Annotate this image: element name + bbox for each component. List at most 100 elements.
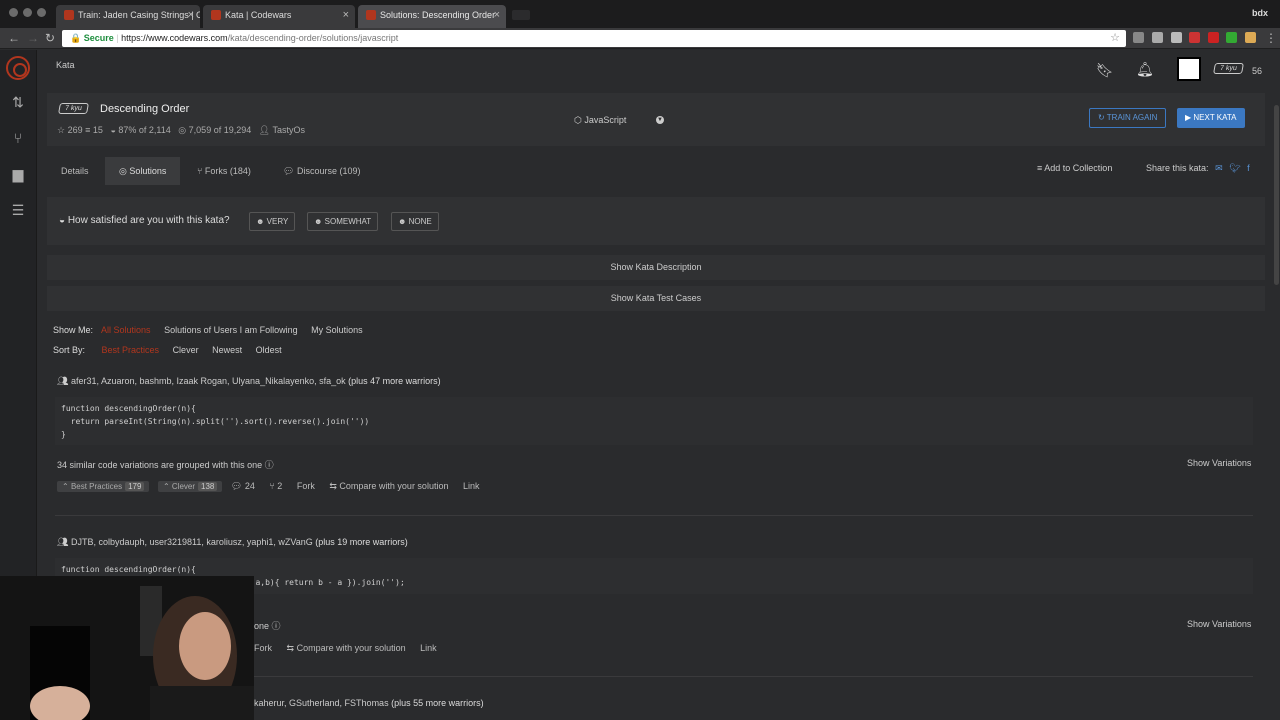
extension-icon[interactable] bbox=[1245, 32, 1256, 43]
show-variations-button[interactable]: Show Variations bbox=[1187, 619, 1251, 629]
compare-button[interactable]: ⇆ Compare with your solution bbox=[329, 481, 448, 491]
frown-icon: ☻ bbox=[398, 217, 407, 226]
warrior-names[interactable]: kaherur, GSutherland, FSThomas bbox=[254, 698, 389, 708]
add-collection-label: Add to Collection bbox=[1044, 163, 1113, 173]
avatar[interactable] bbox=[1177, 57, 1201, 81]
vote-somewhat-button[interactable]: ☻ SOMEWHAT bbox=[307, 212, 379, 231]
extension-icon[interactable] bbox=[1171, 32, 1182, 43]
language-select[interactable]: ⬡ JavaScript ▼ bbox=[564, 110, 668, 130]
tab-details[interactable]: Details bbox=[47, 157, 103, 185]
extension-icon[interactable] bbox=[1226, 32, 1237, 43]
close-tab-icon[interactable]: × bbox=[188, 5, 194, 25]
vote-somewhat-label: SOMEWHAT bbox=[324, 217, 372, 226]
extension-icon[interactable] bbox=[1189, 32, 1200, 43]
info-icon[interactable]: ⓘ bbox=[265, 460, 274, 470]
sort-clever[interactable]: Clever bbox=[173, 345, 199, 355]
filter-following[interactable]: Solutions of Users I am Following bbox=[164, 325, 298, 335]
facebook-icon[interactable]: f bbox=[1247, 163, 1250, 173]
bookmark-icon[interactable]: 🔖︎ bbox=[1096, 62, 1114, 79]
filter-all-solutions[interactable]: All Solutions bbox=[101, 325, 151, 335]
browser-tab-3[interactable]: Solutions: Descending Order × bbox=[358, 5, 506, 28]
notification-bell-icon[interactable]: 🔔︎ bbox=[1136, 61, 1154, 78]
next-kata-button[interactable]: ▶ NEXT KATA bbox=[1177, 108, 1245, 128]
sort-best-practices[interactable]: Best Practices bbox=[102, 345, 160, 355]
collection-icon: ≡ bbox=[85, 125, 91, 135]
fork-button[interactable]: Fork bbox=[254, 643, 272, 653]
discuss-icon[interactable]: ▆ bbox=[9, 166, 27, 184]
fork-button[interactable]: Fork bbox=[297, 481, 315, 491]
tab-discourse[interactable]: 💬︎ Discourse (109) bbox=[269, 157, 374, 185]
forward-icon[interactable]: → bbox=[27, 31, 39, 45]
new-tab-button[interactable] bbox=[512, 10, 530, 20]
next-kata-label: NEXT KATA bbox=[1193, 113, 1237, 122]
code-line: function descendingOrder(n){ bbox=[61, 565, 196, 574]
tab-solutions[interactable]: ◎ Solutions bbox=[105, 157, 181, 185]
sort-oldest[interactable]: Oldest bbox=[256, 345, 282, 355]
twitter-icon[interactable]: 🐦︎ bbox=[1229, 163, 1240, 173]
train-again-button[interactable]: ↻ TRAIN AGAIN bbox=[1089, 108, 1167, 128]
show-variations-button[interactable]: Show Variations bbox=[1187, 458, 1251, 468]
scrollbar-thumb[interactable] bbox=[1274, 105, 1279, 285]
comments-link[interactable]: 💬︎ 24 bbox=[231, 481, 255, 491]
warrior-names[interactable]: DJTB, colbydauph, user3219811, karoliusz… bbox=[71, 537, 313, 547]
fork-nav-icon[interactable]: ⑂ bbox=[9, 130, 27, 148]
lock-icon: 🔒 bbox=[70, 33, 82, 43]
gauge-icon: ◒ bbox=[59, 215, 66, 226]
fork-icon: ⑂ bbox=[197, 166, 203, 176]
vote-none-button[interactable]: ☻ NONE bbox=[391, 212, 439, 231]
warrior-names[interactable]: afer31, Azuaron, bashmb, Izaak Rogan, Ul… bbox=[71, 376, 346, 386]
extension-icon[interactable] bbox=[1133, 32, 1144, 43]
codewars-favicon-icon bbox=[211, 10, 221, 20]
back-icon[interactable]: ← bbox=[8, 31, 20, 45]
info-icon[interactable]: ⓘ bbox=[272, 621, 281, 631]
browser-profile[interactable]: bdx bbox=[1252, 8, 1268, 18]
meh-icon: ☻ bbox=[314, 217, 323, 226]
close-window-button[interactable] bbox=[9, 8, 18, 17]
add-to-collection-button[interactable]: ≡ Add to Collection bbox=[1037, 163, 1112, 173]
url-host: https://www.codewars.com bbox=[121, 33, 228, 43]
docs-icon[interactable]: ☰ bbox=[9, 202, 27, 220]
bookmark-star-icon[interactable]: ☆ bbox=[1110, 30, 1120, 47]
extension-icon[interactable] bbox=[1152, 32, 1163, 43]
language-value: JavaScript bbox=[584, 115, 627, 125]
email-icon[interactable]: ✉ bbox=[1215, 163, 1223, 173]
language-icon: ⬡ bbox=[574, 115, 582, 125]
sort-newest[interactable]: Newest bbox=[212, 345, 242, 355]
compare-button[interactable]: ⇆ Compare with your solution bbox=[287, 643, 406, 653]
smile-icon: ☻ bbox=[256, 217, 265, 226]
training-icon[interactable]: ⇅ bbox=[9, 94, 27, 112]
maximize-window-button[interactable] bbox=[37, 8, 46, 17]
minimize-window-button[interactable] bbox=[23, 8, 32, 17]
vote-count: 179 bbox=[125, 482, 145, 491]
vote-very-button[interactable]: ☻ VERY bbox=[249, 212, 296, 231]
menu-icon[interactable]: ⋮ bbox=[1265, 31, 1277, 45]
satisfaction-question-text: How satisfied are you with this kata? bbox=[67, 215, 230, 226]
extension-icon[interactable] bbox=[1208, 32, 1219, 43]
url-input[interactable]: 🔒 Secure | https://www.codewars.com/kata… bbox=[62, 30, 1126, 47]
scrollbar[interactable] bbox=[1272, 50, 1280, 720]
show-test-cases-button[interactable]: Show Kata Test Cases bbox=[47, 286, 1265, 311]
forks-count: 2 bbox=[277, 481, 283, 491]
codewars-logo[interactable] bbox=[6, 56, 30, 80]
stars-count: 269 bbox=[67, 125, 83, 135]
close-tab-icon[interactable]: × bbox=[343, 5, 349, 25]
fork-icon: ⑂ bbox=[269, 481, 275, 491]
browser-tab-2[interactable]: Kata | Codewars × bbox=[203, 5, 355, 28]
show-me-filter: Show Me: All Solutions Solutions of User… bbox=[53, 325, 374, 335]
link-button[interactable]: Link bbox=[463, 481, 480, 491]
author-name[interactable]: TastyOs bbox=[273, 125, 306, 135]
show-description-button[interactable]: Show Kata Description bbox=[47, 255, 1265, 280]
reload-icon[interactable]: ↻ bbox=[45, 31, 55, 45]
browser-tab-1[interactable]: Train: Jaden Casing Strings | C × bbox=[56, 5, 200, 28]
link-button[interactable]: Link bbox=[420, 643, 437, 653]
vote-none-label: NONE bbox=[408, 217, 432, 226]
tab-forks[interactable]: ⑂ Forks (184) bbox=[183, 157, 265, 185]
forks-count-link[interactable]: ⑂ 2 bbox=[269, 481, 282, 491]
best-practices-vote[interactable]: ⌃ Best Practices 179 bbox=[57, 481, 150, 492]
more-warriors: (plus 47 more warriors) bbox=[348, 376, 441, 386]
close-tab-icon[interactable]: × bbox=[494, 5, 500, 25]
breadcrumb[interactable]: Kata bbox=[56, 60, 75, 70]
vote-label: Best Practices bbox=[70, 482, 123, 491]
clever-vote[interactable]: ⌃ Clever 138 bbox=[157, 481, 223, 492]
filter-my-solutions[interactable]: My Solutions bbox=[311, 325, 363, 335]
